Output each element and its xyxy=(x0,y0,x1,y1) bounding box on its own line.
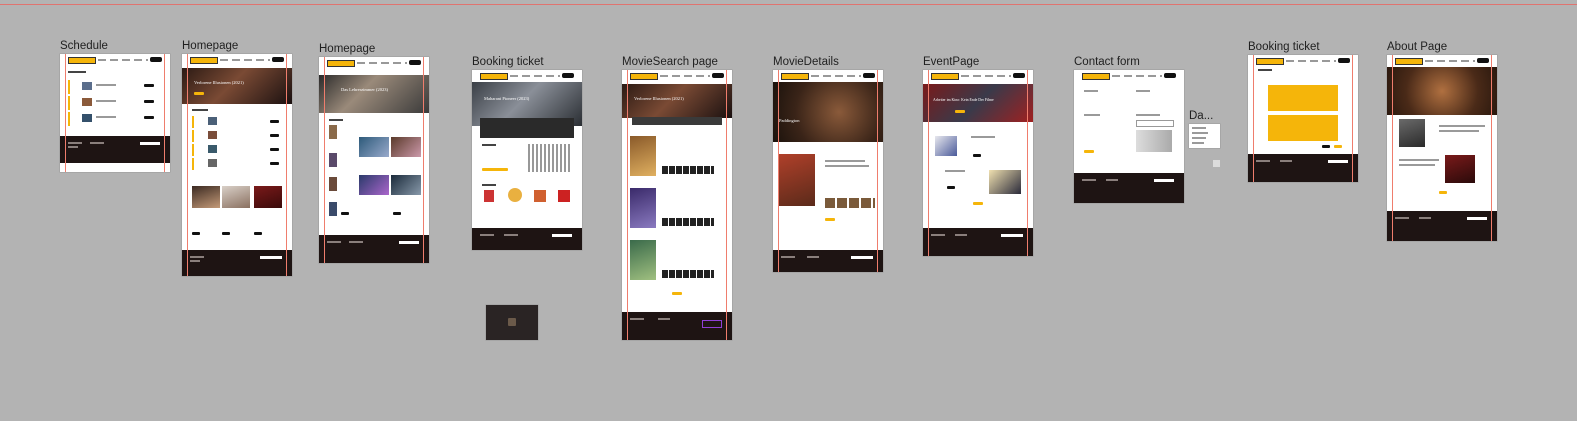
play-icon xyxy=(508,318,516,326)
frame-contact-form[interactable] xyxy=(1074,70,1184,203)
hero-banner: Paddington xyxy=(773,82,883,142)
frame-movie-details[interactable]: Paddington xyxy=(773,70,883,272)
hero-banner: Verlorene Illusionen (2021) xyxy=(622,84,732,118)
frame-da[interactable] xyxy=(1189,124,1220,148)
footer xyxy=(1074,173,1184,203)
logo xyxy=(68,57,96,64)
frame-booking-ticket-2[interactable] xyxy=(1248,55,1358,182)
nav-button xyxy=(150,57,162,62)
frame-label-homepage-1[interactable]: Homepage xyxy=(182,40,238,52)
nav-bar xyxy=(60,54,170,66)
hero-banner xyxy=(1387,67,1497,115)
frame-label-movie-search[interactable]: MovieSearch page xyxy=(622,56,718,68)
footer xyxy=(773,250,883,272)
hero-banner: Arbeiter im Kino: Kein Ende Der Filme xyxy=(923,84,1033,122)
frame-label-event-page[interactable]: EventPage xyxy=(923,56,979,68)
frame-event-page[interactable]: Arbeiter im Kino: Kein Ende Der Filme xyxy=(923,70,1033,256)
video-thumbnail[interactable] xyxy=(486,305,538,340)
frame-homepage-2[interactable]: Das Lehrerzimmer (2023) xyxy=(319,57,429,263)
frame-movie-search[interactable]: Verlorene Illusionen (2021) xyxy=(622,70,732,340)
frame-label-booking-ticket-1[interactable]: Booking ticket xyxy=(472,56,544,68)
hero-banner: Das Lehrerzimmer (2023) xyxy=(319,75,429,113)
selection-box xyxy=(702,320,722,328)
ticket-card xyxy=(1268,85,1338,111)
frame-homepage-1[interactable]: Verlorene Illusionen (2021) xyxy=(182,54,292,276)
hero-title: Verlorene Illusionen (2021) xyxy=(634,96,684,101)
small-square xyxy=(1213,160,1220,167)
footer xyxy=(182,250,292,276)
frame-label-da[interactable]: Da... xyxy=(1189,110,1213,122)
frame-label-schedule[interactable]: Schedule xyxy=(60,40,108,52)
frame-label-about-page[interactable]: About Page xyxy=(1387,41,1447,53)
ticket-card xyxy=(1268,115,1338,141)
frame-label-booking-ticket-2[interactable]: Booking ticket xyxy=(1248,41,1320,53)
footer xyxy=(1248,154,1358,182)
footer xyxy=(923,228,1033,256)
canvas-guide-line xyxy=(0,4,1577,5)
hero-title: Paddington xyxy=(779,118,800,123)
footer xyxy=(60,136,170,163)
footer xyxy=(472,228,582,250)
footer xyxy=(319,235,429,263)
frame-label-homepage-2[interactable]: Homepage xyxy=(319,43,375,55)
frame-label-movie-details[interactable]: MovieDetails xyxy=(773,56,839,68)
hero-title: Das Lehrerzimmer (2023) xyxy=(341,87,388,92)
hero-title: Maharani Pioneer (2023) xyxy=(484,96,530,101)
hero-banner: Verlorene Illusionen (2021) xyxy=(182,68,292,104)
frame-schedule[interactable] xyxy=(60,54,170,172)
hero-title: Verlorene Illusionen (2021) xyxy=(194,80,244,85)
frame-label-contact-form[interactable]: Contact form xyxy=(1074,56,1140,68)
footer xyxy=(1387,211,1497,241)
frame-about-page[interactable] xyxy=(1387,55,1497,241)
footer xyxy=(622,312,732,340)
frame-booking-ticket-1[interactable]: Maharani Pioneer (2023) xyxy=(472,70,582,250)
hero-title: Arbeiter im Kino: Kein Ende Der Filme xyxy=(933,98,994,102)
